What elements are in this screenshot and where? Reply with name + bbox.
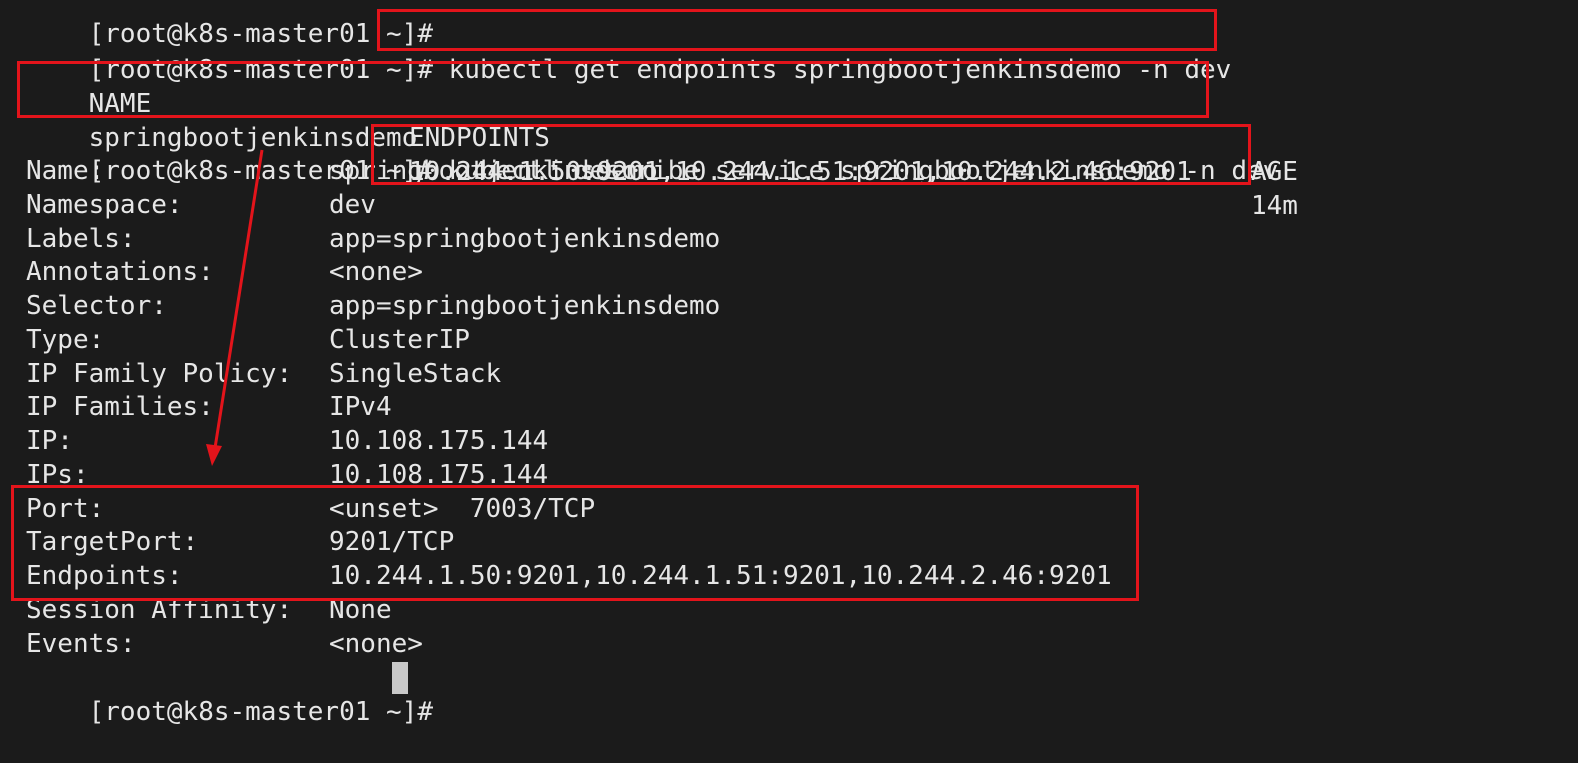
describe-row: Events: <none>: [26, 627, 423, 661]
text-cursor: [392, 662, 408, 694]
describe-value: 10.108.175.144: [329, 460, 549, 490]
describe-key: Selector:: [26, 291, 167, 321]
describe-key: Session Affinity:: [26, 595, 293, 625]
describe-value: <unset> 7003/TCP: [329, 494, 596, 524]
describe-value: <none>: [329, 257, 423, 287]
describe-value: app=springbootjenkinsdemo: [329, 291, 721, 321]
describe-key: Namespace:: [26, 190, 183, 220]
prompt-line: [root@k8s-master01 ~]#: [26, 0, 433, 49]
describe-row: Annotations: <none>: [26, 255, 423, 289]
describe-value: springbootjenkinsdemo: [329, 156, 658, 186]
describe-key: Type:: [26, 325, 105, 355]
describe-key: Name:: [26, 156, 105, 186]
command-line-describe-service: [root@k8s-master01 ~]# kubectl describe …: [26, 120, 1279, 186]
describe-value: SingleStack: [329, 359, 502, 389]
describe-row: Port: <unset> 7003/TCP: [26, 492, 595, 526]
terminal-window[interactable]: [root@k8s-master01 ~]# [root@k8s-master0…: [0, 0, 1578, 727]
describe-value: ClusterIP: [329, 325, 470, 355]
describe-row: Name: springbootjenkinsdemo: [26, 154, 658, 188]
describe-key: Labels:: [26, 224, 136, 254]
describe-value: dev: [329, 190, 376, 220]
row-age: 14m: [1251, 191, 1298, 221]
describe-row: Selector: app=springbootjenkinsdemo: [26, 289, 720, 323]
describe-row: IP: 10.108.175.144: [26, 424, 548, 458]
describe-value: IPv4: [329, 392, 392, 422]
describe-key: IP Families:: [26, 392, 214, 422]
describe-value: 10.108.175.144: [329, 426, 549, 456]
describe-row: IPs: 10.108.175.144: [26, 458, 548, 492]
endpoints-table-header: NAME ENDPOINTS AGE: [26, 53, 1298, 187]
describe-key: Endpoints:: [26, 561, 183, 591]
command-line-get-endpoints: [root@k8s-master01 ~]# kubectl get endpo…: [26, 19, 1232, 85]
describe-key: Annotations:: [26, 257, 214, 287]
describe-row: IP Family Policy: SingleStack: [26, 357, 501, 391]
command-text: kubectl get endpoints springbootjenkinsd…: [433, 55, 1232, 85]
describe-value: 9201/TCP: [329, 527, 455, 557]
describe-row: IP Families: IPv4: [26, 390, 392, 424]
describe-row: Endpoints: 10.244.1.50:9201,10.244.1.51:9…: [26, 559, 1112, 593]
describe-key: Events:: [26, 629, 136, 659]
describe-row: TargetPort: 9201/TCP: [26, 525, 454, 559]
describe-value: <none>: [329, 629, 423, 659]
describe-key: IP Family Policy:: [26, 359, 293, 389]
describe-value: 10.244.1.50:9201,10.244.1.51:9201,10.244…: [329, 561, 1112, 591]
endpoints-table-row: springbootjenkinsdemo 10.244.1.50:9201,1…: [26, 87, 1298, 221]
describe-row: Labels: app=springbootjenkinsdemo: [26, 222, 720, 256]
describe-key: TargetPort:: [26, 527, 199, 557]
describe-value: None: [329, 595, 392, 625]
describe-key: Port:: [26, 494, 105, 524]
active-prompt-line[interactable]: [root@k8s-master01 ~]#: [26, 661, 433, 727]
describe-value: app=springbootjenkinsdemo: [329, 224, 721, 254]
describe-row: Type: ClusterIP: [26, 323, 470, 357]
describe-key: IPs:: [26, 460, 89, 490]
prompt: [root@k8s-master01 ~]#: [88, 697, 433, 727]
describe-row: Namespace: dev: [26, 188, 376, 222]
describe-key: IP:: [26, 426, 73, 456]
describe-row: Session Affinity: None: [26, 593, 392, 627]
